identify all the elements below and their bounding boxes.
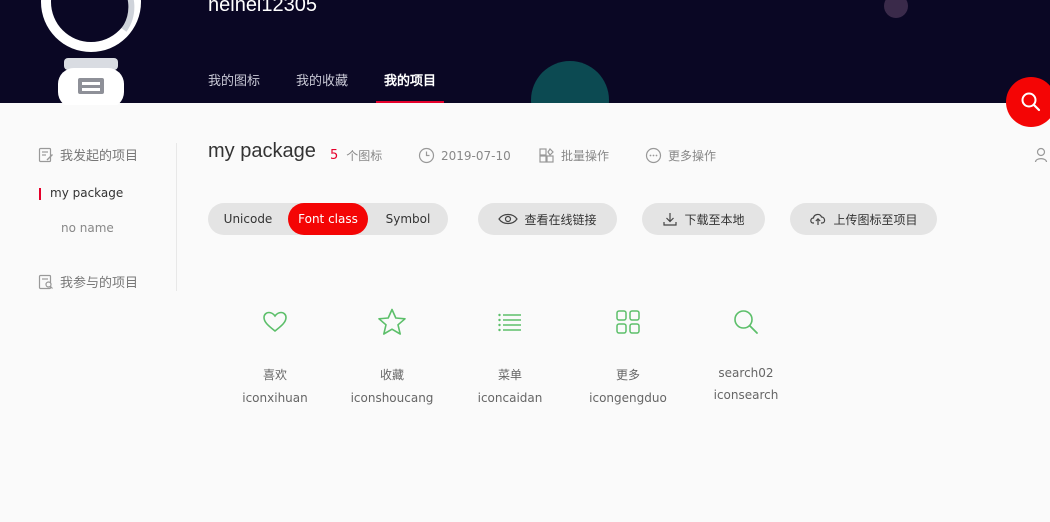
batch-operations-button[interactable]: 批量操作 [538,147,609,164]
sidebar-item-my-package[interactable]: my package [38,186,123,200]
icon-card[interactable]: 收藏 iconshoucang [332,300,452,405]
cloud-upload-icon [810,213,826,225]
icon-name: 喜欢 [262,368,287,382]
icon-card[interactable]: 更多 icongengduo [568,300,688,405]
tab-my-icons[interactable]: 我的图标 [208,70,260,103]
project-title: my package [208,140,316,162]
joined-projects-label: 我参与的项目 [60,276,139,291]
created-projects-heading: 我发起的项目 [38,145,138,164]
icon-card[interactable]: search02 iconsearch [686,300,806,402]
search-icon [734,310,758,334]
tab-my-favorites[interactable]: 我的收藏 [296,70,348,103]
icon-class-name: iconsearch [713,388,779,402]
decorative-circle [884,0,908,18]
icon-name: 菜单 [497,368,522,382]
icon-card[interactable]: 喜欢 iconxihuan [215,300,335,405]
icon-count: 5 个图标 [330,147,382,164]
created-projects-label: 我发起的项目 [60,149,139,164]
icon-name: 收藏 [379,368,404,382]
download-icon [663,213,678,226]
username: heihei12305 [208,0,317,16]
mode-font-class[interactable]: Font class [288,203,368,235]
search-icon [1021,92,1041,112]
search-button[interactable] [1006,77,1050,127]
batch-operations-label: 批量操作 [561,149,610,163]
view-online-link-label: 查看在线链接 [524,212,597,227]
avatar [41,0,141,105]
project-sidebar [0,143,177,291]
star-icon [378,308,406,335]
edit-doc-icon [38,147,53,162]
decorative-circle [531,61,609,103]
profile-header [0,0,1050,103]
heart-icon [263,311,287,333]
mode-unicode[interactable]: Unicode [208,203,288,235]
joined-projects-heading: 我参与的项目 [38,272,138,291]
member-icon[interactable] [1034,147,1050,163]
code-mode-switch: Unicode Font class Symbol [208,203,448,235]
icon-name: search02 [718,366,774,380]
doc-search-icon [38,274,53,289]
icon-count-suffix: 个图标 [346,149,383,163]
icon-class-name: iconxihuan [242,391,308,405]
more-operations-button[interactable]: 更多操作 [645,147,716,164]
batch-icon [539,148,554,163]
download-button[interactable]: 下载至本地 [642,203,765,235]
menu-icon [498,313,521,332]
icon-count-value: 5 [330,148,339,163]
download-label: 下载至本地 [684,212,745,227]
grid-icon [616,310,640,334]
view-online-link-button[interactable]: 查看在线链接 [478,203,617,235]
upload-icons-label: 上传图标至项目 [833,212,918,227]
icon-name: 更多 [615,368,640,382]
mode-symbol[interactable]: Symbol [368,203,448,235]
project-date: 2019-07-10 [418,147,511,164]
icon-class-name: iconcaidan [477,391,543,405]
icon-class-name: iconshoucang [350,391,434,405]
tab-my-projects[interactable]: 我的项目 [376,70,445,103]
profile-tabs: 我的图标 我的收藏 我的项目 [208,70,472,103]
upload-icons-button[interactable]: 上传图标至项目 [790,203,937,235]
clock-icon [418,147,435,164]
project-date-value: 2019-07-10 [441,148,511,163]
more-operations-label: 更多操作 [668,149,717,163]
icon-class-name: icongengduo [589,391,667,405]
icon-card[interactable]: 菜单 iconcaidan [450,300,570,405]
eye-icon [498,213,519,225]
sidebar-item-no-name[interactable]: no name [61,221,114,235]
more-dots-icon [645,147,662,164]
